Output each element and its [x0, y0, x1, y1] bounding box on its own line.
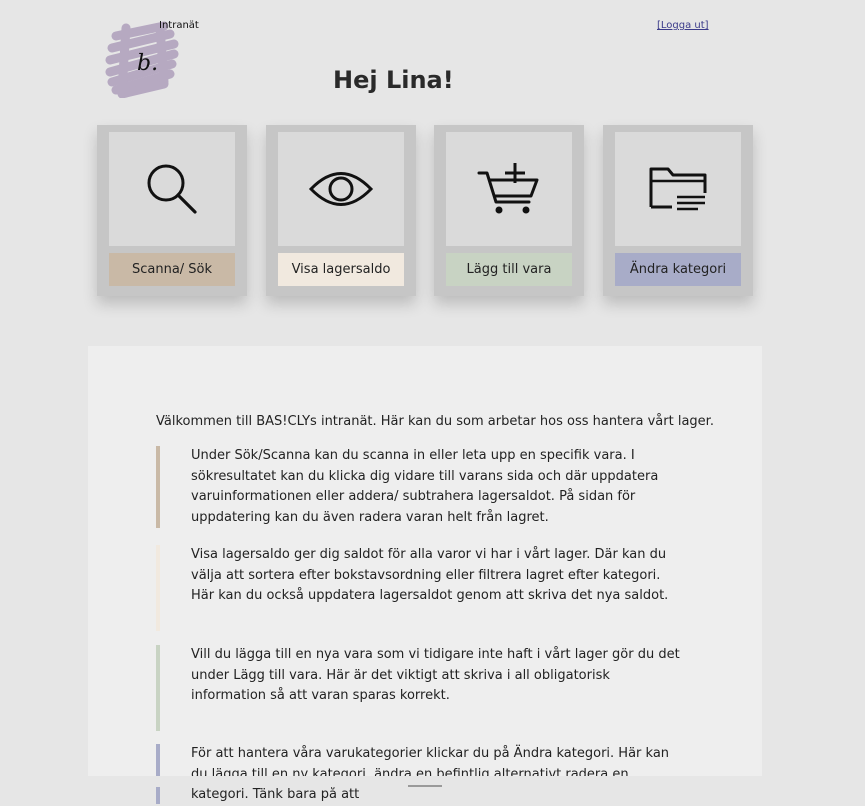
info-block-category: För att hantera våra varukategorier klic… [156, 744, 686, 804]
add-item-button[interactable]: Lägg till vara [446, 253, 572, 286]
logo-label: Intranät [159, 20, 199, 31]
scan-search-button[interactable]: Scanna/ Sök [109, 253, 235, 286]
tile-edit-category[interactable]: Ändra kategori [603, 125, 753, 296]
horizontal-scrollbar[interactable] [0, 776, 865, 787]
view-stock-button[interactable]: Visa lagersaldo [278, 253, 404, 286]
tile-icon-box [278, 132, 404, 246]
info-text: Vill du lägga till en nya vara som vi ti… [191, 647, 680, 703]
tile-icon-box [615, 132, 741, 246]
cart-add-icon [477, 163, 539, 214]
eye-icon [308, 172, 374, 206]
logout-link[interactable]: [Logga ut] [657, 20, 709, 31]
info-text: För att hantera våra varukategorier klic… [191, 746, 670, 802]
info-block-add: Vill du lägga till en nya vara som vi ti… [156, 645, 686, 731]
info-block-stock: Visa lagersaldo ger dig saldot för alla … [156, 545, 686, 631]
page-greeting: Hej Lina! [333, 66, 454, 94]
tile-icon-box [109, 132, 235, 246]
logo-letter: b. [137, 51, 158, 76]
tile-view-stock[interactable]: Visa lagersaldo [266, 125, 416, 296]
folder-icon [649, 167, 707, 211]
edit-category-button[interactable]: Ändra kategori [615, 253, 741, 286]
info-panel: Välkommen till BAS!CLYs intranät. Här ka… [88, 346, 762, 804]
info-text: Visa lagersaldo ger dig saldot för alla … [191, 547, 669, 603]
tile-add-item[interactable]: Lägg till vara [434, 125, 584, 296]
search-icon [147, 164, 197, 214]
tile-icon-box [446, 132, 572, 246]
intro-text: Välkommen till BAS!CLYs intranät. Här ka… [156, 414, 714, 429]
info-block-search: Under Sök/Scanna kan du scanna in eller … [156, 446, 686, 528]
info-text: Under Sök/Scanna kan du scanna in eller … [191, 448, 659, 525]
tile-search[interactable]: Scanna/ Sök [97, 125, 247, 296]
